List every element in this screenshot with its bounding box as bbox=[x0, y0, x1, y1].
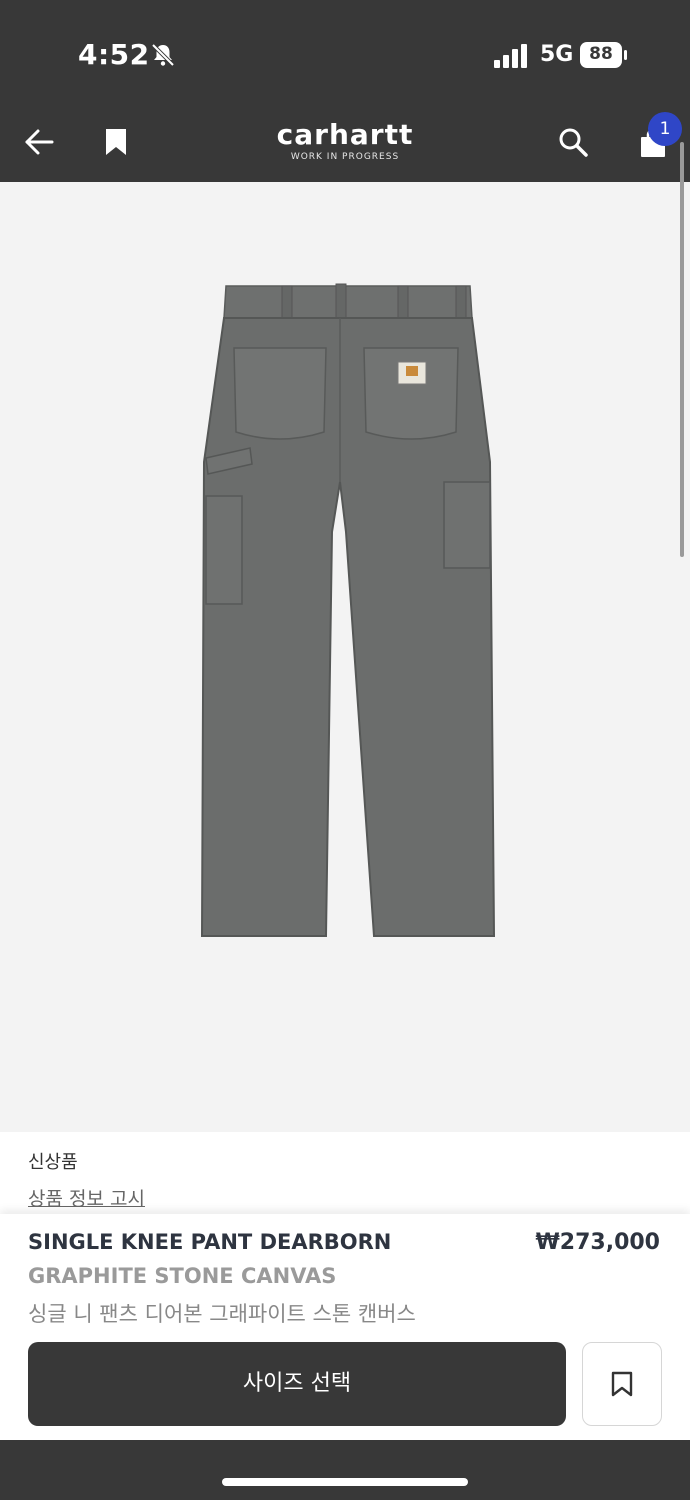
product-color: GRAPHITE STONE CANVAS bbox=[28, 1264, 337, 1288]
battery-level: 88 bbox=[589, 44, 613, 64]
bookmark-icon[interactable] bbox=[105, 128, 127, 156]
bookmark-outline-icon bbox=[611, 1371, 633, 1397]
status-time: 4:52 bbox=[78, 38, 150, 71]
logo-tagline: WORK IN PROGRESS bbox=[290, 152, 400, 162]
product-price: ₩273,000 bbox=[535, 1230, 660, 1255]
silent-bell-icon bbox=[151, 43, 175, 67]
network-type: 5G bbox=[540, 42, 574, 67]
back-arrow-icon[interactable] bbox=[24, 128, 54, 156]
wishlist-button[interactable] bbox=[582, 1342, 662, 1426]
search-icon[interactable] bbox=[558, 127, 588, 157]
product-info-section: 신상품 상품 정보 고시 bbox=[0, 1132, 690, 1214]
home-indicator-area bbox=[0, 1440, 690, 1500]
select-size-button[interactable]: 사이즈 선택 bbox=[28, 1342, 566, 1426]
product-name-korean: 싱글 니 팬츠 디어본 그래파이트 스톤 캔버스 bbox=[28, 1302, 416, 1326]
home-indicator[interactable] bbox=[222, 1478, 468, 1486]
page-scrollbar[interactable] bbox=[680, 142, 684, 557]
logo-wordmark: carhartt bbox=[276, 118, 414, 151]
brand-logo[interactable]: carhartt WORK IN PROGRESS bbox=[265, 118, 425, 163]
status-bar: 4:52 5G 88 bbox=[0, 0, 690, 100]
purchase-panel: SINGLE KNEE PANT DEARBORN ₩273,000 GRAPH… bbox=[0, 1214, 690, 1440]
new-arrival-label: 신상품 bbox=[28, 1152, 78, 1173]
product-notice-link[interactable]: 상품 정보 고시 bbox=[28, 1184, 145, 1211]
product-image-gallery[interactable] bbox=[0, 182, 690, 1268]
cart-count-badge: 1 bbox=[648, 112, 682, 146]
signal-icon bbox=[494, 44, 527, 68]
product-name: SINGLE KNEE PANT DEARBORN bbox=[28, 1230, 392, 1254]
product-pants-image bbox=[200, 283, 496, 937]
